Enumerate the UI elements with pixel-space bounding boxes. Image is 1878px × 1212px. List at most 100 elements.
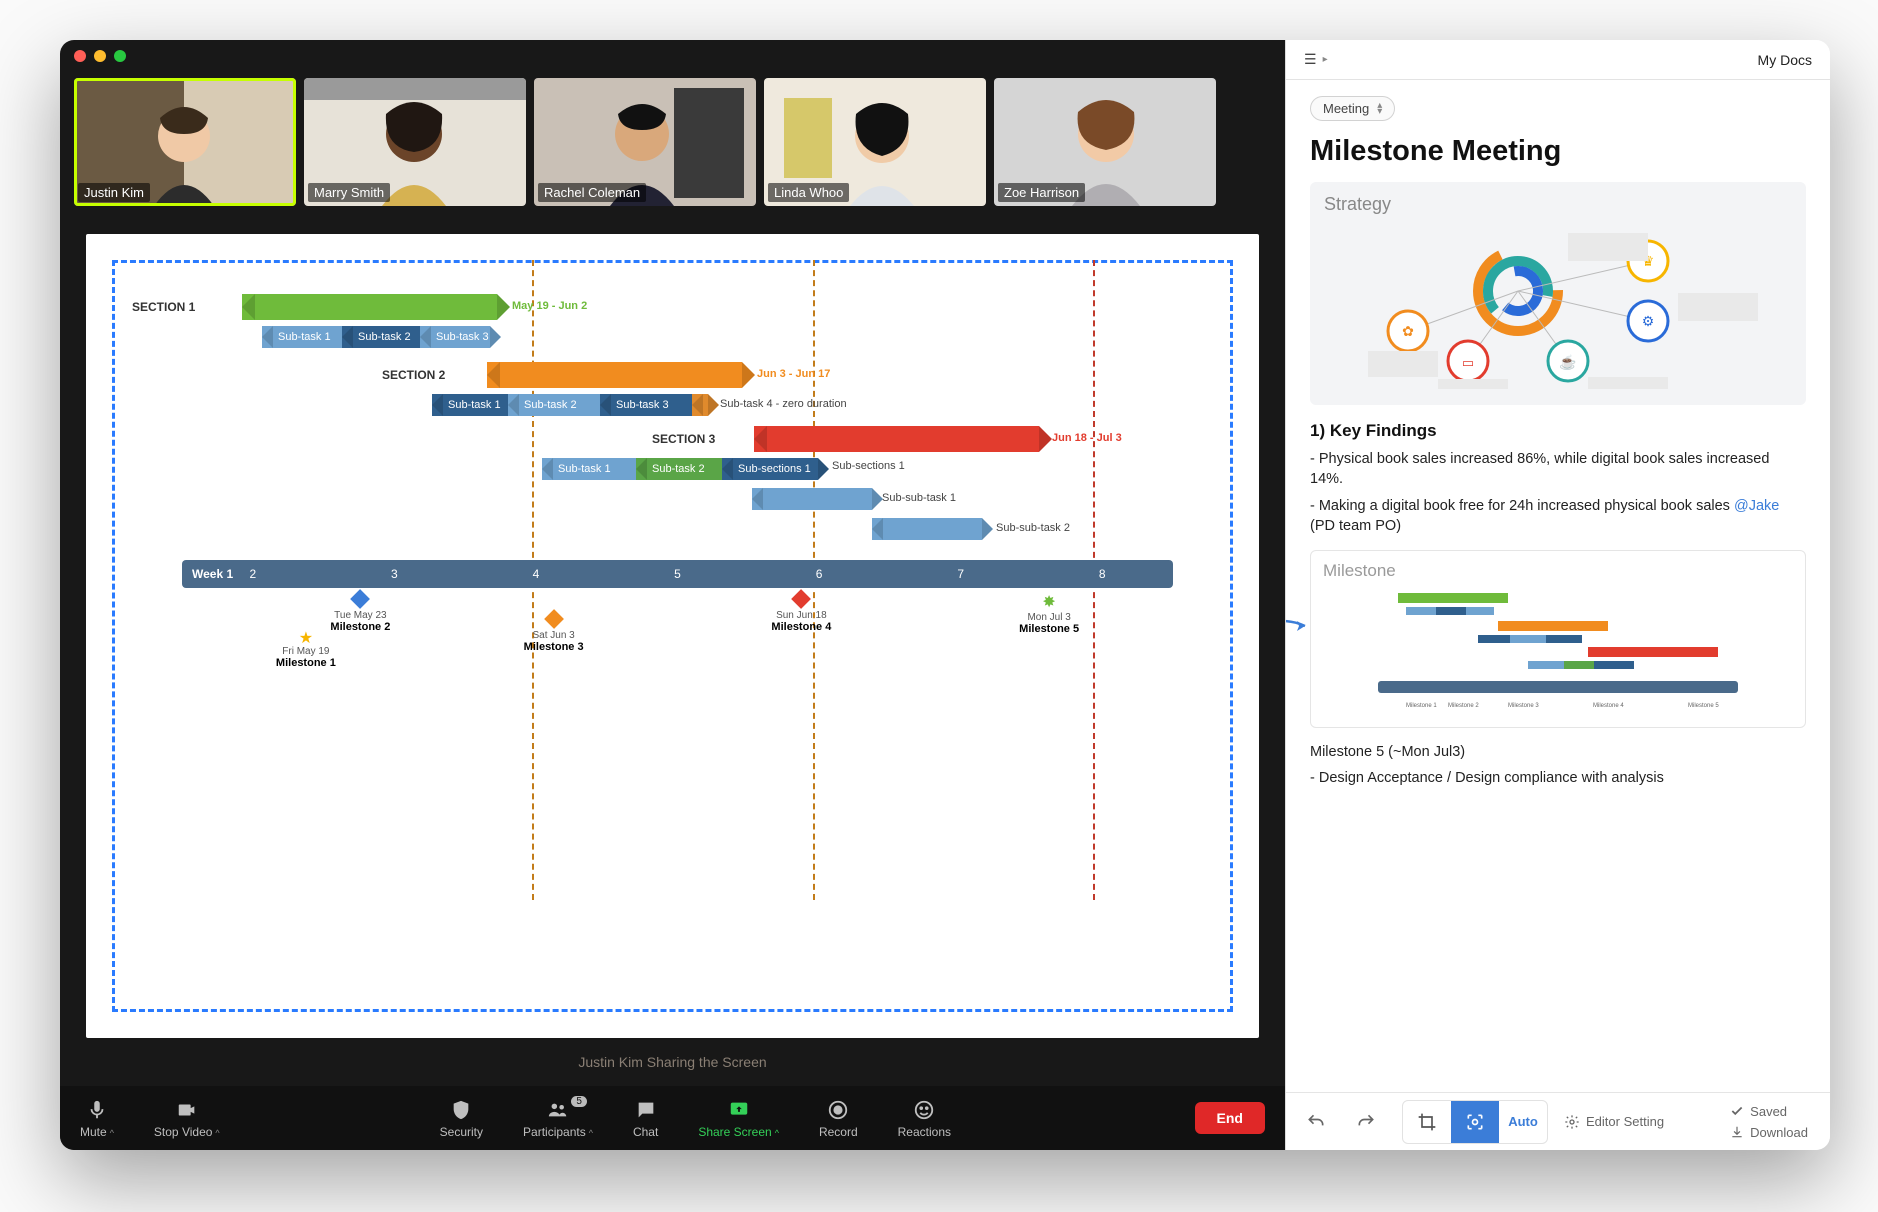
milestone-marker: Sat Jun 3Milestone 3	[524, 612, 584, 653]
stop-video-button[interactable]: Stop Video^	[154, 1098, 220, 1139]
arrow-icon	[1286, 611, 1313, 641]
end-meeting-button[interactable]: End	[1195, 1102, 1265, 1134]
svg-text:▭: ▭	[1462, 355, 1474, 370]
participant-name: Justin Kim	[78, 183, 150, 202]
task-bar: Sub-task 3	[600, 394, 692, 416]
category-pill[interactable]: Meeting ▴▾	[1310, 96, 1395, 121]
record-icon	[826, 1098, 850, 1122]
editor-setting-button[interactable]: Editor Setting	[1556, 1100, 1672, 1144]
participant-tile[interactable]: Marry Smith	[304, 78, 526, 206]
task-label: Sub-sub-task 2	[996, 522, 1070, 534]
gantt-chart: SECTION 1 May 19 - Jun 2 Sub-task 1 Sub-…	[112, 260, 1233, 1012]
shared-slide[interactable]: SECTION 1 May 19 - Jun 2 Sub-task 1 Sub-…	[86, 234, 1259, 1038]
download-icon	[1730, 1125, 1744, 1139]
milestone-markers: ★Fri May 19Milestone 1Tue May 23Mileston…	[182, 592, 1173, 732]
chevron-right-icon: ▸	[1323, 54, 1328, 65]
participant-name: Marry Smith	[308, 183, 390, 202]
my-docs-link[interactable]: My Docs	[1758, 52, 1812, 68]
docs-header: ☰ ▸ My Docs	[1286, 40, 1830, 80]
svg-text:Milestone 2: Milestone 2	[1448, 703, 1479, 709]
svg-text:⚙: ⚙	[1642, 313, 1655, 329]
docs-body[interactable]: Meeting ▴▾ Milestone Meeting Strategy	[1286, 80, 1830, 1092]
strategy-diagram: ✿ ▭ ☕ ⚙ ♛	[1324, 221, 1792, 391]
finding-1: - Physical book sales increased 86%, whi…	[1310, 449, 1806, 490]
participant-tile[interactable]: Linda Whoo	[764, 78, 986, 206]
participant-name: Zoe Harrison	[998, 183, 1085, 202]
participant-gallery: Justin Kim Marry Smith Rachel Coleman Li…	[60, 68, 1285, 214]
participant-tile[interactable]: Justin Kim	[74, 78, 296, 206]
participant-tile[interactable]: Zoe Harrison	[994, 78, 1216, 206]
svg-text:Milestone 1: Milestone 1	[1406, 703, 1437, 709]
share-screen-button[interactable]: Share Screen^	[698, 1098, 779, 1139]
docs-panel: ☰ ▸ My Docs Meeting ▴▾ Milestone Meeting…	[1286, 40, 1830, 1150]
participant-name: Linda Whoo	[768, 183, 849, 202]
participant-tile[interactable]: Rachel Coleman	[534, 78, 756, 206]
window-controls	[74, 50, 126, 62]
zoom-client: Justin Kim Marry Smith Rachel Coleman Li…	[60, 40, 1286, 1150]
timeline-axis: Week 1 2345678	[182, 560, 1173, 588]
record-button[interactable]: Record	[819, 1098, 858, 1139]
section-range: Jun 18 - Jul 3	[1052, 432, 1122, 444]
saved-status: Saved	[1730, 1104, 1808, 1119]
participant-name: Rachel Coleman	[538, 183, 646, 202]
milestone-marker: Tue May 23Milestone 2	[330, 592, 390, 633]
fullscreen-window-button[interactable]	[114, 50, 126, 62]
participants-button[interactable]: 5 Participants^	[523, 1098, 593, 1139]
strategy-label: Strategy	[1324, 194, 1792, 215]
capture-mode-segmented: Auto	[1402, 1100, 1548, 1144]
crop-mode-button[interactable]	[1403, 1101, 1451, 1143]
task-bar: Sub-task 3	[420, 326, 490, 348]
task-bar: Sub-sections 1	[722, 458, 818, 480]
svg-text:Milestone 4: Milestone 4	[1593, 703, 1624, 709]
milestone-marker: Sun Jun 18Milestone 4	[771, 592, 831, 633]
scan-mode-button[interactable]	[1451, 1101, 1499, 1143]
task-label: Sub-task 4 - zero duration	[720, 398, 847, 410]
screen-share-area: SECTION 1 May 19 - Jun 2 Sub-task 1 Sub-…	[60, 214, 1285, 1086]
section-label: SECTION 2	[382, 368, 445, 382]
task-bar: Sub-task 1	[432, 394, 508, 416]
reactions-button[interactable]: Reactions	[898, 1098, 951, 1139]
download-button[interactable]: Download	[1730, 1125, 1808, 1140]
task-label: Sub-sub-task 1	[882, 492, 956, 504]
docs-footer: Auto Editor Setting Saved Download	[1286, 1092, 1830, 1150]
video-icon	[175, 1098, 199, 1122]
chat-button[interactable]: Chat	[633, 1098, 658, 1139]
svg-text:Milestone 5: Milestone 5	[1688, 703, 1719, 709]
list-icon[interactable]: ☰	[1304, 51, 1317, 68]
task-bar-zero	[692, 394, 708, 416]
key-findings-heading: 1) Key Findings	[1310, 421, 1806, 441]
close-window-button[interactable]	[74, 50, 86, 62]
section-label: SECTION 1	[132, 300, 195, 314]
redo-button[interactable]	[1344, 1100, 1388, 1144]
mini-gantt: Milestone 1Milestone 2 Milestone 3Milest…	[1323, 585, 1793, 715]
task-bar	[752, 488, 872, 510]
gear-icon	[1564, 1114, 1580, 1130]
milestone-card[interactable]: Milestone Milestone 1Milestone 2 Milesto…	[1310, 550, 1806, 728]
section-range: May 19 - Jun 2	[512, 300, 587, 312]
mention[interactable]: @Jake	[1734, 498, 1779, 514]
undo-button[interactable]	[1294, 1100, 1338, 1144]
milestone-marker: ✸Mon Jul 3Milestone 5	[1019, 592, 1079, 635]
task-bar: Sub-task 1	[542, 458, 636, 480]
doc-title: Milestone Meeting	[1310, 135, 1806, 168]
shield-icon	[449, 1098, 473, 1122]
screen-share-status: Justin Kim Sharing the Screen	[86, 1038, 1259, 1076]
auto-mode-button[interactable]: Auto	[1499, 1101, 1547, 1143]
zoom-toolbar: Mute^ Stop Video^ Security 5 Participant…	[60, 1086, 1285, 1150]
milestone-5-detail: - Design Acceptance / Design compliance …	[1310, 768, 1806, 788]
milestone-5-line: Milestone 5 (~Mon Jul3)	[1310, 742, 1806, 762]
check-icon	[1730, 1104, 1744, 1118]
app-window: Justin Kim Marry Smith Rachel Coleman Li…	[60, 40, 1830, 1150]
task-bar	[872, 518, 982, 540]
section-label: SECTION 3	[652, 432, 715, 446]
mute-button[interactable]: Mute^	[80, 1098, 114, 1139]
share-screen-icon	[727, 1098, 751, 1122]
section-bar	[242, 294, 497, 320]
task-label: Sub-sections 1	[832, 460, 905, 472]
strategy-card[interactable]: Strategy ✿	[1310, 182, 1806, 405]
security-button[interactable]: Security	[440, 1098, 483, 1139]
minimize-window-button[interactable]	[94, 50, 106, 62]
svg-text:☕: ☕	[1559, 353, 1576, 371]
finding-2: - Making a digital book free for 24h inc…	[1310, 496, 1806, 537]
section-bar	[754, 426, 1039, 452]
